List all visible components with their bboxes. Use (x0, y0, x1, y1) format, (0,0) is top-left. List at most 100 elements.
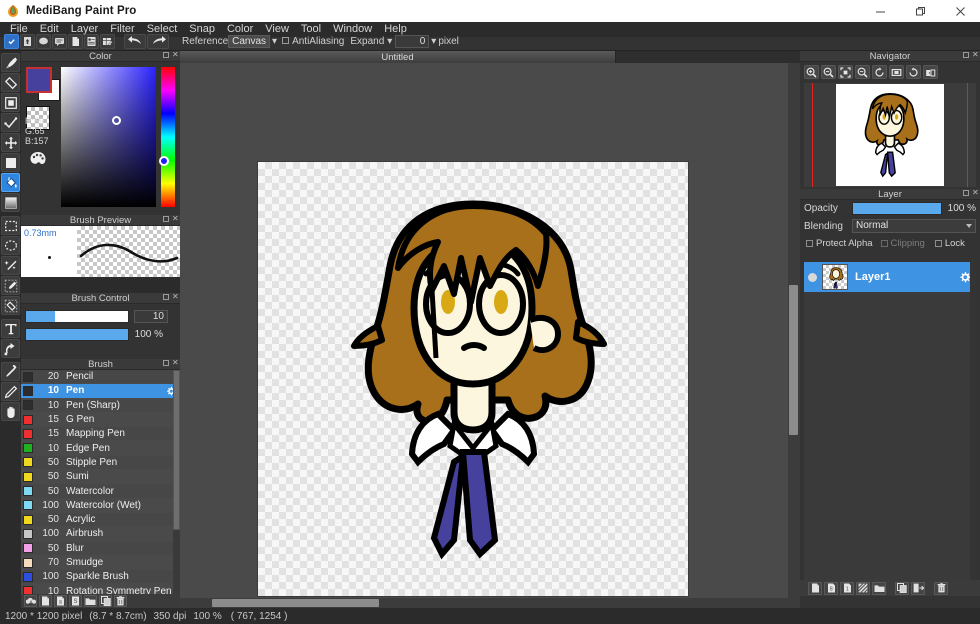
reference-dropdown-arrow[interactable]: ▾ (272, 36, 277, 47)
script-brush-icon[interactable]: S (69, 595, 82, 607)
add-layer-icon[interactable] (808, 582, 822, 595)
brush-panel-float-button[interactable] (163, 360, 169, 366)
grid-edit-icon[interactable] (100, 34, 115, 49)
brush-list-item[interactable]: 70Smudge (21, 556, 180, 570)
brush-size-value[interactable]: 10 (134, 310, 168, 323)
new-brush-icon[interactable] (39, 595, 52, 607)
merge-layer-icon[interactable] (911, 582, 925, 595)
polyline-tool[interactable] (1, 113, 20, 132)
layer-opacity-slider[interactable] (852, 202, 942, 215)
add-8bit-layer-icon[interactable]: 8 (824, 582, 838, 595)
rotate-left-icon[interactable] (872, 65, 887, 79)
protect-alpha-check-box[interactable] (806, 240, 813, 247)
clipping-checkbox[interactable]: Clipping (881, 238, 925, 249)
canvas-horizontal-scrollbar[interactable] (180, 598, 788, 608)
layer-list[interactable]: Layer1 (804, 262, 976, 582)
brush-list-item[interactable]: 10Rotation Symmetry Pen (21, 584, 180, 594)
brush-control-close-icon[interactable]: ✕ (172, 294, 178, 300)
brush-list-item[interactable]: 100Sparkle Brush (21, 570, 180, 584)
brush-list[interactable]: 20Pencil10Pen10Pen (Sharp)15G Pen15Mappi… (21, 370, 180, 594)
lock-checkbox[interactable]: Lock (935, 238, 965, 249)
brush-control-float-button[interactable] (163, 294, 169, 300)
palette-icon[interactable] (29, 150, 47, 168)
magic-wand-tool[interactable] (1, 256, 20, 275)
navigator-float-button[interactable] (963, 52, 969, 58)
gradient-tool[interactable] (1, 193, 20, 212)
canvas-vertical-scrollbar[interactable] (788, 63, 800, 598)
foreground-color-swatch[interactable] (26, 67, 52, 93)
close-button[interactable] (940, 0, 980, 22)
chevron-down-icon[interactable] (966, 224, 972, 228)
layer-panel-float-button[interactable] (963, 190, 969, 196)
actual-size-icon[interactable] (855, 65, 870, 79)
chat-icon[interactable] (52, 34, 67, 49)
color-panel-close-icon[interactable]: ✕ (172, 52, 178, 58)
undo-arrow-icon[interactable] (124, 34, 146, 49)
brush-size-slider[interactable] (25, 310, 129, 323)
reset-rotation-icon[interactable] (923, 65, 938, 79)
navigator-close-icon[interactable]: ✕ (972, 52, 978, 58)
flip-horizontal-icon[interactable] (889, 65, 904, 79)
edit-brush-icon[interactable] (54, 595, 67, 607)
move-tool[interactable] (1, 133, 20, 152)
layer-item-layer1[interactable]: Layer1 (804, 262, 976, 292)
brush-list-scroll-thumb[interactable] (173, 370, 180, 530)
brush-list-item[interactable]: 15G Pen (21, 413, 180, 427)
brush-preview-close-icon[interactable]: ✕ (172, 216, 178, 222)
select-eraser-tool[interactable] (1, 296, 20, 315)
canvas-sheet[interactable] (258, 162, 688, 596)
add-folder-icon[interactable] (872, 582, 886, 595)
properties-icon[interactable] (84, 34, 99, 49)
cloud-save-icon[interactable] (4, 34, 19, 49)
reference-canvas-select[interactable]: Canvas (228, 35, 270, 48)
layer-list-scrollbar[interactable] (970, 262, 976, 582)
eyedropper-tool[interactable] (1, 362, 20, 381)
add-1bit-layer-icon[interactable]: 1 (840, 582, 854, 595)
folder-icon[interactable] (84, 595, 97, 607)
expand-value-input[interactable]: 0 (395, 35, 429, 48)
brush-list-item[interactable]: 50Stipple Pen (21, 456, 180, 470)
upload-icon[interactable] (20, 34, 35, 49)
bucket-tool[interactable] (1, 173, 20, 192)
brush-list-item[interactable]: 50Blur (21, 542, 180, 556)
add-halftone-layer-icon[interactable] (856, 582, 870, 595)
minimize-button[interactable] (860, 0, 900, 22)
transform-tool[interactable] (1, 339, 20, 358)
sv-cursor[interactable] (112, 116, 121, 125)
delete-icon[interactable] (114, 595, 127, 607)
brush-opacity-slider[interactable] (25, 328, 129, 341)
rotate-right-icon[interactable] (906, 65, 921, 79)
canvas-viewport[interactable] (180, 63, 788, 598)
color-panel-float-button[interactable] (163, 52, 169, 58)
brush-list-item[interactable]: 10Pen (21, 384, 180, 398)
canvas-horizontal-scroll-thumb[interactable] (212, 599, 379, 607)
duplicate-layer-icon[interactable] (895, 582, 909, 595)
clipping-check-box[interactable] (881, 240, 888, 247)
duplicate-icon[interactable] (99, 595, 112, 607)
layer-panel-close-icon[interactable]: ✕ (972, 190, 978, 196)
navigator-view[interactable] (804, 83, 976, 187)
hue-strip[interactable] (161, 67, 175, 207)
select-brush-tool[interactable] (1, 276, 20, 295)
download-brush-icon[interactable] (24, 595, 37, 607)
rect-select-tool[interactable] (1, 216, 20, 235)
brush-list-item[interactable]: 50Sumi (21, 470, 180, 484)
hue-cursor[interactable] (159, 156, 169, 166)
redo-arrow-icon[interactable] (147, 34, 169, 49)
eraser-tool[interactable] (1, 73, 20, 92)
antialiasing-check-box[interactable] (282, 37, 289, 44)
page-icon[interactable] (68, 34, 83, 49)
zoom-in-icon[interactable] (804, 65, 819, 79)
hand-tool[interactable] (1, 402, 20, 421)
antialiasing-checkbox[interactable] (282, 36, 292, 47)
canvas-vertical-scroll-thumb[interactable] (789, 285, 798, 435)
lasso-select-tool[interactable] (1, 236, 20, 255)
brush-tool[interactable] (1, 53, 20, 72)
lock-check-box[interactable] (935, 240, 942, 247)
brush-panel-close-icon[interactable]: ✕ (172, 360, 178, 366)
expand-stepper-arrow[interactable]: ▾ (431, 36, 436, 47)
delete-layer-icon[interactable] (934, 582, 948, 595)
saturation-value-field[interactable] (61, 67, 156, 207)
fit-screen-icon[interactable] (838, 65, 853, 79)
brush-list-item[interactable]: 100Watercolor (Wet) (21, 499, 180, 513)
